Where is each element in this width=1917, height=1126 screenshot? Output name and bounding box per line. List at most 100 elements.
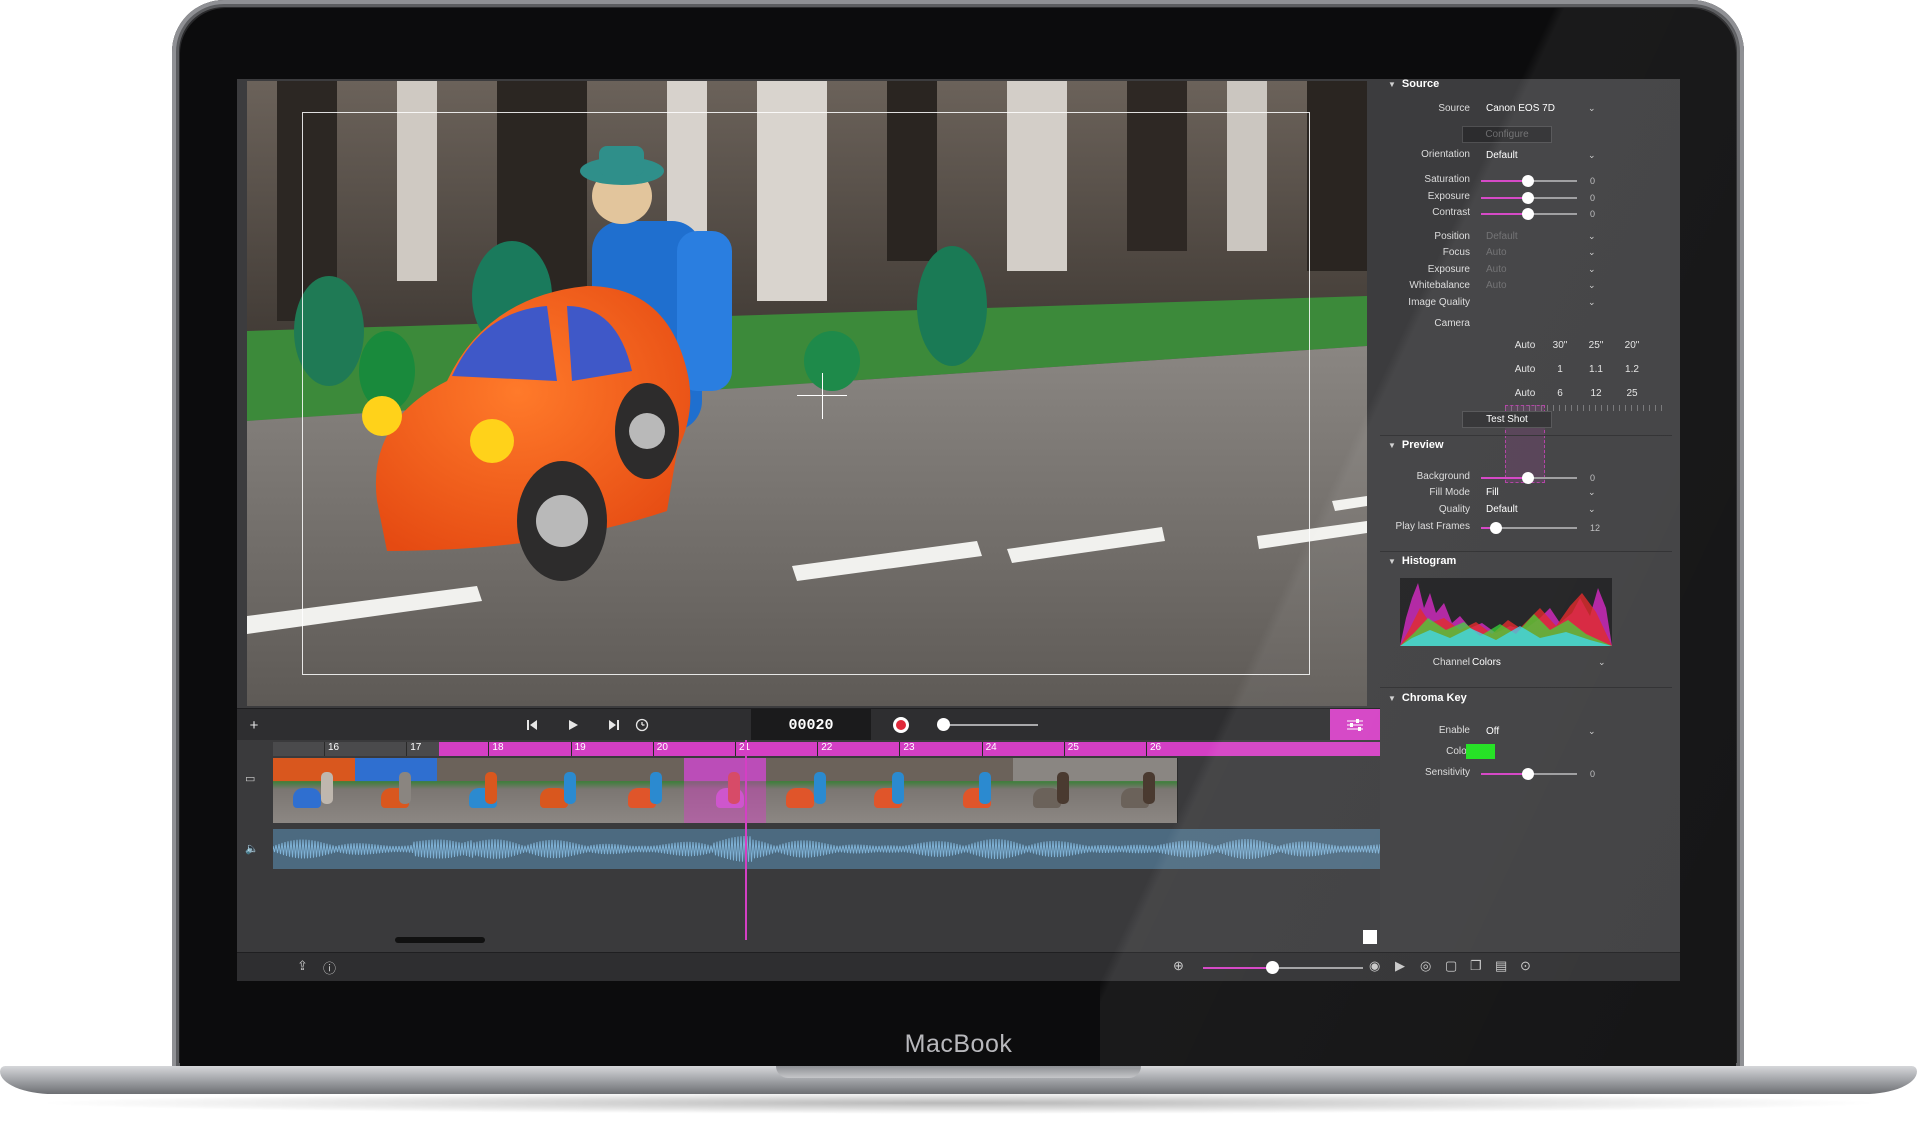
filmstrip-frame[interactable]: [1095, 758, 1179, 823]
camera-option-value[interactable]: 25": [1576, 340, 1616, 351]
position-select[interactable]: Default: [1486, 231, 1518, 242]
horizontal-scrollbar[interactable]: [395, 937, 485, 943]
record-icon[interactable]: [893, 717, 909, 733]
whitebalance-select[interactable]: Auto: [1486, 280, 1507, 291]
thumbnail-figure: [563, 772, 576, 804]
chevron-down-icon[interactable]: ⌄: [1588, 103, 1596, 114]
frame-number: 18: [492, 742, 504, 753]
camera-icon[interactable]: ◉: [1369, 958, 1380, 974]
capture-slider-knob[interactable]: [937, 718, 950, 731]
chevron-down-icon[interactable]: ⌄: [1588, 726, 1596, 737]
contrast-slider-knob[interactable]: [1522, 208, 1534, 220]
exposure-slider-knob[interactable]: [1522, 192, 1534, 204]
background-label: Background: [1416, 471, 1470, 482]
timer-icon[interactable]: [629, 709, 655, 741]
camera-viewer[interactable]: [247, 81, 1367, 706]
camera-option-value[interactable]: 12: [1576, 388, 1616, 399]
filmstrip-frame-selected[interactable]: [684, 758, 768, 823]
camera-option-value[interactable]: 6: [1540, 388, 1580, 399]
source-label: Source: [1438, 103, 1470, 114]
disclosure-triangle-icon[interactable]: ▼: [1388, 694, 1396, 703]
camera-option-value[interactable]: 1: [1540, 364, 1580, 375]
camera-auto-value[interactable]: Auto: [1505, 388, 1545, 399]
clapper-icon[interactable]: ▤: [1495, 958, 1507, 974]
chevron-down-icon[interactable]: ⌄: [1588, 247, 1596, 258]
focus-select[interactable]: Auto: [1486, 247, 1507, 258]
filmstrip[interactable]: [273, 758, 1380, 823]
filmstrip-frame[interactable]: [273, 758, 357, 823]
play-icon[interactable]: [560, 709, 586, 741]
disclosure-triangle-icon[interactable]: ▼: [1388, 80, 1396, 89]
help-icon[interactable]: ⓘ: [323, 958, 336, 977]
onion-skin-icon[interactable]: ◎: [1420, 958, 1431, 974]
capture-slider-track[interactable]: [943, 724, 1038, 726]
saturation-slider-knob[interactable]: [1522, 175, 1534, 187]
quality-select[interactable]: Default: [1486, 504, 1518, 515]
chroma-enable-select[interactable]: Off: [1486, 726, 1499, 737]
chevron-down-icon[interactable]: ⌄: [1588, 504, 1596, 515]
chevron-down-icon[interactable]: ⌄: [1588, 487, 1596, 498]
filmstrip-frame[interactable]: [519, 758, 603, 823]
frame-number: 17: [410, 742, 422, 753]
overlay-icon[interactable]: ❐: [1470, 958, 1482, 974]
chevron-down-icon[interactable]: ⌄: [1588, 150, 1596, 161]
share-icon[interactable]: ⇪: [297, 958, 308, 974]
camera-option-value[interactable]: 20": [1612, 340, 1652, 351]
audio-track[interactable]: [272, 829, 1382, 869]
focus-label: Focus: [1442, 247, 1470, 258]
section-source[interactable]: ▼ Source: [1380, 79, 1672, 95]
source-select[interactable]: Canon EOS 7D: [1486, 103, 1555, 114]
add-button[interactable]: +: [243, 709, 265, 741]
play-last-frames-slider-knob[interactable]: [1490, 522, 1502, 534]
thumbnail-subject: [786, 788, 815, 808]
frame-icon[interactable]: ▢: [1445, 958, 1457, 974]
chevron-down-icon[interactable]: ⌄: [1588, 297, 1596, 308]
skip-back-icon[interactable]: [519, 709, 545, 741]
playback-icon[interactable]: ▶: [1395, 958, 1405, 974]
sensitivity-slider-knob[interactable]: [1522, 768, 1534, 780]
camera-option-value[interactable]: 1.2: [1612, 364, 1652, 375]
skip-forward-icon[interactable]: [601, 709, 627, 741]
chroma-color-swatch[interactable]: [1466, 744, 1495, 759]
fill-mode-select[interactable]: Fill: [1486, 487, 1499, 498]
camera-option-value[interactable]: 30": [1540, 340, 1580, 351]
camera-exposure-select[interactable]: Auto: [1486, 264, 1507, 275]
playhead[interactable]: [745, 740, 747, 940]
export-icon[interactable]: ⊙: [1520, 958, 1531, 974]
chevron-down-icon[interactable]: ⌄: [1598, 657, 1606, 668]
disclosure-triangle-icon[interactable]: ▼: [1388, 557, 1396, 566]
chevron-down-icon[interactable]: ⌄: [1588, 280, 1596, 291]
chevron-down-icon[interactable]: ⌄: [1588, 231, 1596, 242]
filmstrip-frame[interactable]: [1012, 758, 1096, 823]
section-chroma-key[interactable]: ▼ Chroma Key: [1380, 687, 1672, 709]
saturation-value: 0: [1590, 176, 1596, 186]
laptop-shadow: [30, 1092, 1887, 1114]
camera-auto-value[interactable]: Auto: [1505, 340, 1545, 351]
ruler-tick: [899, 742, 901, 756]
filmstrip-frame[interactable]: [355, 758, 439, 823]
frame-number: 23: [903, 742, 915, 753]
filmstrip-frame[interactable]: [930, 758, 1014, 823]
camera-option-value[interactable]: 1.1: [1576, 364, 1616, 375]
zoom-icon[interactable]: ⊕: [1173, 958, 1184, 974]
filmstrip-frame[interactable]: [766, 758, 850, 823]
ruler-tick: [817, 742, 819, 756]
section-preview[interactable]: ▼ Preview: [1380, 434, 1672, 456]
filmstrip-frame[interactable]: [848, 758, 932, 823]
camera-auto-value[interactable]: Auto: [1505, 364, 1545, 375]
zoom-slider-knob[interactable]: [1266, 961, 1279, 974]
section-histogram[interactable]: ▼ Histogram: [1380, 550, 1672, 572]
filmstrip-frame[interactable]: [601, 758, 685, 823]
speaker-icon[interactable]: 🔈: [245, 842, 259, 855]
camera-option-value[interactable]: 25: [1612, 388, 1652, 399]
configure-button[interactable]: Configure: [1462, 126, 1552, 143]
disclosure-triangle-icon[interactable]: ▼: [1388, 441, 1396, 450]
background-slider-knob[interactable]: [1522, 472, 1534, 484]
orientation-select[interactable]: Default: [1486, 150, 1518, 161]
filmstrip-frame[interactable]: [437, 758, 521, 823]
channel-select[interactable]: Colors: [1472, 657, 1501, 668]
image-quality-label: Image Quality: [1408, 297, 1470, 308]
chevron-down-icon[interactable]: ⌄: [1588, 264, 1596, 275]
test-shot-button[interactable]: Test Shot: [1462, 411, 1552, 428]
timeline[interactable]: 1617181920212223242526 ▭ 🔈: [237, 740, 1382, 952]
